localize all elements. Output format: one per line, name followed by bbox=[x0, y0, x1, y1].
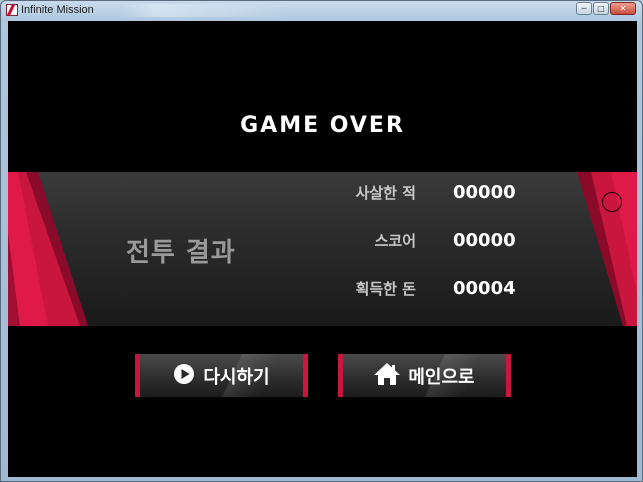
score-label: 스코어 bbox=[374, 232, 416, 250]
titlebar-reflection bbox=[121, 4, 291, 17]
retry-button-label: 다시하기 bbox=[203, 366, 270, 388]
retry-button[interactable]: 다시하기 bbox=[135, 354, 308, 397]
money-label: 획득한 돈 bbox=[355, 280, 416, 298]
game-canvas: GAME OVER 전투 결과 사살한 적 00000 스코어 00000 획득… bbox=[8, 21, 637, 477]
home-icon bbox=[374, 362, 401, 390]
main-menu-button[interactable]: 메인으로 bbox=[338, 354, 511, 397]
score-value: 00000 bbox=[453, 230, 516, 251]
game-over-title: GAME OVER bbox=[240, 113, 405, 138]
app-window: Infinite Mission ─ □ ✕ GAME OVER 전투 결과 사… bbox=[0, 0, 643, 482]
window-title: Infinite Mission bbox=[21, 4, 94, 16]
battle-result-panel: 전투 결과 사살한 적 00000 스코어 00000 획득한 돈 00004 bbox=[8, 172, 637, 326]
close-button[interactable]: ✕ bbox=[610, 2, 636, 15]
maximize-button[interactable]: □ bbox=[593, 2, 609, 15]
app-icon bbox=[6, 4, 18, 16]
minimize-button[interactable]: ─ bbox=[576, 2, 592, 15]
money-value: 00004 bbox=[453, 278, 516, 299]
window-controls: ─ □ ✕ bbox=[576, 2, 636, 15]
kills-value: 00000 bbox=[453, 182, 516, 203]
play-icon bbox=[173, 363, 195, 389]
battle-result-heading: 전투 결과 bbox=[126, 238, 236, 268]
main-menu-button-label: 메인으로 bbox=[408, 366, 475, 388]
left-accent-stripe bbox=[8, 172, 88, 326]
circle-icon bbox=[602, 192, 622, 212]
title-bar[interactable]: Infinite Mission ─ □ ✕ bbox=[1, 1, 642, 21]
kills-label: 사살한 적 bbox=[355, 184, 416, 202]
